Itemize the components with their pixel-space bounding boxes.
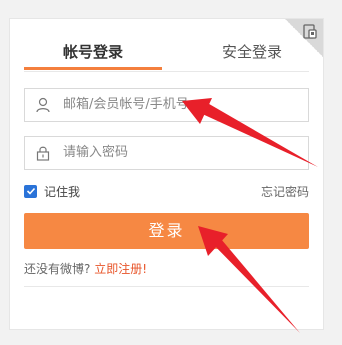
- active-tab-indicator: [24, 67, 162, 70]
- username-field[interactable]: 邮箱/会员帐号/手机号: [24, 88, 309, 122]
- tabs-divider: [24, 71, 309, 72]
- check-icon: [26, 187, 36, 195]
- password-field[interactable]: 请输入密码: [24, 136, 309, 170]
- login-button[interactable]: 登录: [24, 213, 309, 249]
- password-placeholder: 请输入密码: [63, 145, 129, 160]
- remember-label: 记住我: [44, 185, 81, 199]
- bottom-divider: [24, 286, 309, 287]
- login-panel: 帐号登录 安全登录 邮箱/会员帐号/手机号 请输入密码 记住我 忘记密码 登录 …: [9, 18, 324, 330]
- forgot-password-link[interactable]: 忘记密码: [261, 183, 309, 201]
- username-placeholder: 邮箱/会员帐号/手机号: [63, 97, 189, 112]
- lock-icon: [36, 146, 50, 161]
- register-prompt: 还没有微博? 立即注册!: [24, 261, 147, 277]
- user-icon: [36, 97, 50, 113]
- register-link[interactable]: 立即注册!: [94, 262, 147, 276]
- remember-checkbox[interactable]: [24, 185, 37, 198]
- login-tabs: 帐号登录 安全登录: [24, 39, 309, 71]
- tab-secure-login[interactable]: 安全登录: [182, 39, 322, 71]
- register-prefix: 还没有微博?: [24, 262, 91, 276]
